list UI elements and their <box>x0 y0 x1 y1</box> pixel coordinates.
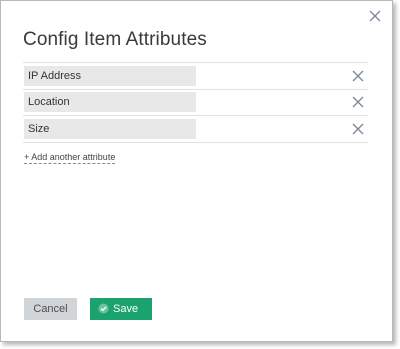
attribute-field[interactable]: Location <box>24 92 196 112</box>
attribute-row: IP Address <box>23 62 368 90</box>
save-button-label: Save <box>113 303 139 315</box>
close-icon <box>352 96 364 108</box>
cancel-button[interactable]: Cancel <box>24 298 77 320</box>
attribute-field[interactable]: IP Address <box>24 66 196 86</box>
remove-attribute-button[interactable] <box>352 70 364 82</box>
add-attribute-link[interactable]: + Add another attribute <box>24 152 116 164</box>
close-dialog-button[interactable] <box>367 8 383 24</box>
save-button[interactable]: Save <box>90 298 152 320</box>
remove-attribute-button[interactable] <box>352 123 364 135</box>
dialog-title: Config Item Attributes <box>23 29 207 50</box>
check-circle-icon <box>98 303 109 314</box>
attribute-row: Location <box>23 89 368 116</box>
config-item-attributes-dialog: Config Item Attributes IP Address Locati… <box>0 0 393 342</box>
remove-attribute-button[interactable] <box>352 96 364 108</box>
close-icon <box>352 70 364 82</box>
close-icon <box>369 10 381 22</box>
attribute-row: Size <box>23 116 368 143</box>
attribute-field[interactable]: Size <box>24 119 196 139</box>
close-icon <box>352 123 364 135</box>
